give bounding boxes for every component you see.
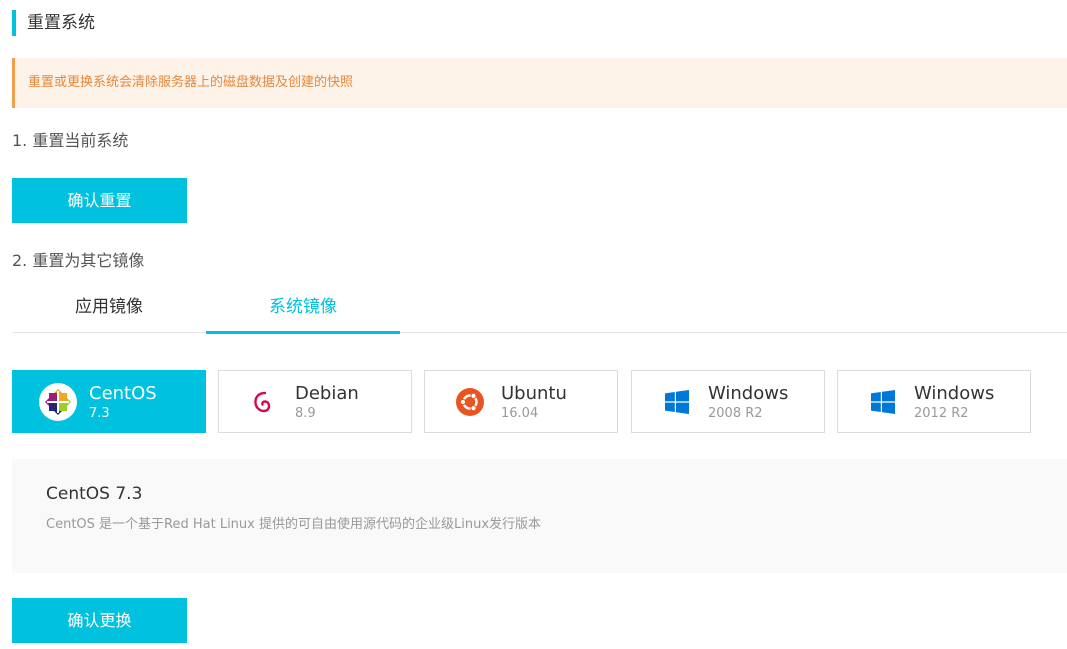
centos-icon — [39, 383, 77, 421]
confirm-change-button[interactable]: 确认更换 — [12, 598, 187, 643]
windows-icon — [864, 383, 902, 421]
debian-icon — [245, 383, 283, 421]
os-version: 7.3 — [89, 406, 110, 421]
os-version: 2012 R2 — [914, 406, 969, 421]
os-description-text: CentOS 是一个基于Red Hat Linux 提供的可自由使用源代码的企业… — [46, 517, 542, 532]
ubuntu-icon — [451, 383, 489, 421]
os-name: Ubuntu — [501, 383, 567, 404]
tab-system-image[interactable]: 系统镜像 — [206, 286, 400, 334]
os-option-centos[interactable]: CentOS 7.3 — [12, 370, 206, 433]
warning-banner: 重置或更换系统会清除服务器上的磁盘数据及创建的快照 — [12, 58, 1067, 108]
windows-icon — [658, 383, 696, 421]
warning-text: 重置或更换系统会清除服务器上的磁盘数据及创建的快照 — [28, 75, 354, 90]
section-reset-current-title: 1. 重置当前系统 — [12, 131, 129, 150]
os-option-windows-2012[interactable]: Windows 2012 R2 — [837, 370, 1031, 433]
os-description-panel: CentOS 7.3 CentOS 是一个基于Red Hat Linux 提供的… — [12, 459, 1067, 573]
os-version: 16.04 — [501, 406, 539, 421]
os-option-windows-2008[interactable]: Windows 2008 R2 — [631, 370, 825, 433]
os-version: 8.9 — [295, 406, 316, 421]
page-title: 重置系统 — [12, 10, 95, 36]
image-tabs: 应用镜像 系统镜像 — [12, 286, 1067, 334]
os-option-ubuntu[interactable]: Ubuntu 16.04 — [424, 370, 618, 433]
os-version: 2008 R2 — [708, 406, 763, 421]
section-reset-other-title: 2. 重置为其它镜像 — [12, 251, 145, 270]
confirm-reset-button[interactable]: 确认重置 — [12, 178, 187, 223]
tab-app-image[interactable]: 应用镜像 — [12, 286, 206, 333]
os-description-title: CentOS 7.3 — [46, 484, 143, 504]
os-name: CentOS — [89, 383, 157, 404]
os-name: Windows — [708, 383, 789, 404]
os-name: Debian — [295, 383, 359, 404]
os-option-debian[interactable]: Debian 8.9 — [218, 370, 412, 433]
os-name: Windows — [914, 383, 995, 404]
